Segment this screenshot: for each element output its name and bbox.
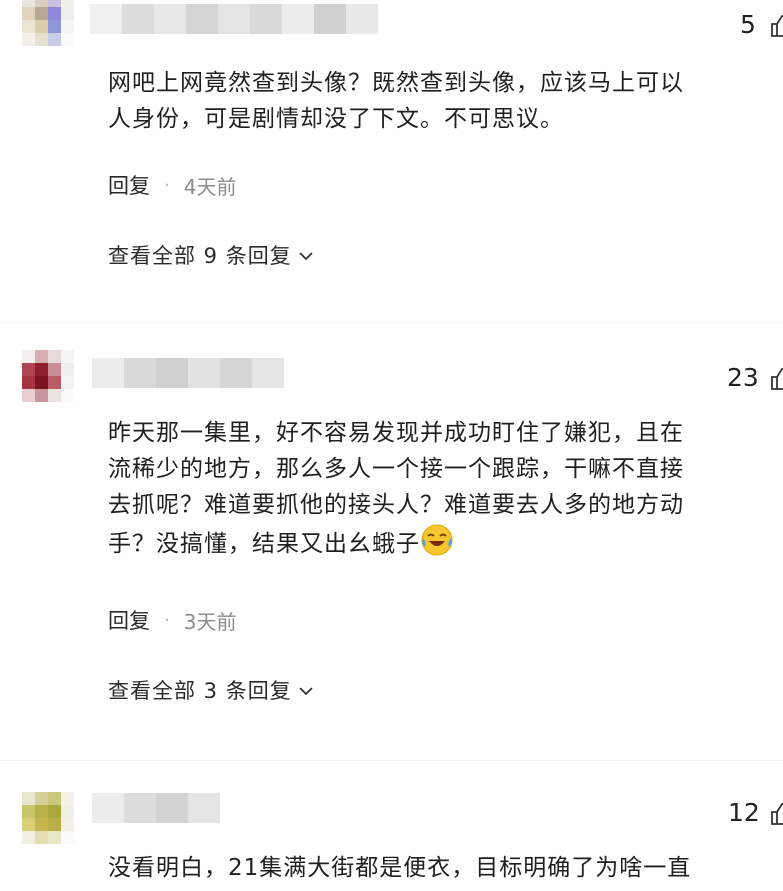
timestamp: 4天前 bbox=[183, 174, 237, 199]
separator-dot: · bbox=[164, 174, 170, 196]
comment-text-line: 流稀少的地方，那么多人一个接一个跟踪，干嘛不直接 bbox=[108, 456, 684, 482]
username-blurred[interactable] bbox=[92, 358, 284, 388]
thumbs-up-icon[interactable] bbox=[769, 14, 783, 38]
divider bbox=[0, 322, 783, 323]
thumbs-up-icon[interactable] bbox=[769, 802, 783, 826]
separator-dot: · bbox=[164, 609, 170, 631]
comment-text-line: 没看明白，21集满大街都是便衣，目标明确了为啥一直 bbox=[108, 855, 692, 881]
comment-text: 网吧上网竟然查到头像？既然查到头像，应该马上可以 人身份，可是剧情却没了下文。不… bbox=[108, 65, 783, 137]
view-replies-button[interactable]: 查看全部 3 条回复 bbox=[108, 675, 314, 705]
avatar[interactable] bbox=[22, 0, 74, 46]
like-count: 12 bbox=[728, 798, 760, 827]
timestamp: 3天前 bbox=[183, 609, 237, 634]
view-replies-label: 查看全部 3 条回复 bbox=[108, 679, 292, 703]
like-count: 5 bbox=[740, 10, 756, 39]
avatar[interactable] bbox=[22, 350, 74, 402]
chevron-down-icon bbox=[298, 243, 314, 267]
divider bbox=[0, 760, 783, 761]
comment-text-line: 手？没搞懂，结果又出幺蛾子 bbox=[108, 531, 420, 557]
reply-button[interactable]: 回复 bbox=[108, 170, 150, 200]
reply-button[interactable]: 回复 bbox=[108, 605, 150, 635]
comment-meta: 回复 · 4天前 bbox=[108, 170, 236, 200]
comment-text: 昨天那一集里，好不容易发现并成功盯住了嫌犯，且在 流稀少的地方，那么多人一个接一… bbox=[108, 415, 783, 562]
comment-meta: 回复 · 3天前 bbox=[108, 605, 236, 635]
comment-text-line: 去抓呢？难道要抓他的接头人？难道要去人多的地方动 bbox=[108, 492, 684, 518]
comment-text: 没看明白，21集满大街都是便衣，目标明确了为啥一直 bbox=[108, 850, 783, 886]
username-blurred[interactable] bbox=[92, 793, 220, 823]
comment-text-line: 网吧上网竟然查到头像？既然查到头像，应该马上可以 bbox=[108, 70, 684, 96]
avatar[interactable] bbox=[22, 792, 74, 844]
comment-text-line: 昨天那一集里，好不容易发现并成功盯住了嫌犯，且在 bbox=[108, 420, 684, 446]
view-replies-label: 查看全部 9 条回复 bbox=[108, 244, 292, 268]
view-replies-button[interactable]: 查看全部 9 条回复 bbox=[108, 240, 314, 270]
comment-text-line: 人身份，可是剧情却没了下文。不可思议。 bbox=[108, 106, 564, 132]
username-blurred[interactable] bbox=[90, 4, 378, 34]
thumbs-up-icon[interactable] bbox=[769, 367, 783, 391]
chevron-down-icon bbox=[298, 678, 314, 702]
like-count: 23 bbox=[727, 363, 759, 392]
laughing-crying-emoji-icon bbox=[420, 523, 454, 557]
